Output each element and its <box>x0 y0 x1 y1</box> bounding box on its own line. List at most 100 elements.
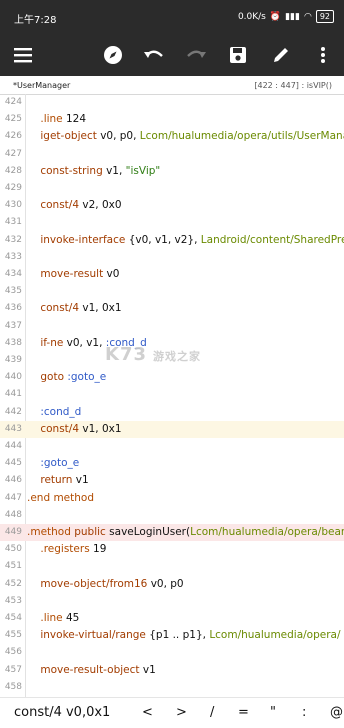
watermark-logo: K73 游戏之家 <box>105 344 201 365</box>
save-icon[interactable] <box>223 40 253 70</box>
code-line-456[interactable]: 456 <box>0 644 344 661</box>
code-line-437[interactable]: 437 <box>0 318 344 335</box>
snippet-key[interactable]: const/4 v0,0x1 <box>14 705 110 720</box>
line-number: 443 <box>4 423 22 434</box>
code-line-432[interactable]: 432 invoke-interface {v0, v1, v2}, Landr… <box>0 232 344 249</box>
symbol-key[interactable]: > <box>176 705 187 720</box>
code-text: invoke-interface {v0, v1, v2}, Landroid/… <box>40 233 344 246</box>
symbol-key[interactable]: : <box>302 705 306 720</box>
line-number: 437 <box>4 320 22 331</box>
code-text: move-object/from16 v0, p0 <box>40 577 184 590</box>
symbol-key[interactable]: " <box>270 705 276 720</box>
code-line-434[interactable]: 434 move-result v0 <box>0 266 344 283</box>
line-number: 434 <box>4 269 22 279</box>
code-line-427[interactable]: 427 <box>0 146 344 163</box>
symbol-key[interactable]: @ <box>330 705 343 720</box>
file-name-tab[interactable]: *UserManager <box>13 81 70 90</box>
code-text: .line 45 <box>40 612 80 624</box>
status-time: 上午7:28 <box>14 15 57 26</box>
code-line-449[interactable]: 449 .method public saveLoginUser(Lcom/hua… <box>0 524 344 542</box>
line-number: 426 <box>4 131 22 142</box>
line-number: 427 <box>4 148 22 159</box>
code-line-440[interactable]: 440 goto :goto_e <box>0 369 344 386</box>
code-line-448[interactable]: 448 <box>0 507 344 524</box>
symbol-input-bar: const/4 v0,0x1 < > / = ": @ <box>0 697 344 728</box>
code-line-424[interactable]: 424 <box>0 94 344 111</box>
code-line-455[interactable]: 455 invoke-virtual/range {p1 .. p1}, Lco… <box>0 627 344 644</box>
code-line-445[interactable]: 445 :goto_e <box>0 455 344 472</box>
code-text: .registers 19 <box>40 543 107 556</box>
line-number: 442 <box>4 406 22 417</box>
code-text: return v1 <box>40 474 89 487</box>
more-icon[interactable] <box>308 40 338 70</box>
redo-icon[interactable] <box>181 40 211 70</box>
code-line-451[interactable]: 451 <box>0 558 344 575</box>
line-number: 445 <box>4 458 22 469</box>
code-text: .method public saveLoginUser(Lcom/hualum… <box>27 526 344 538</box>
line-number: 433 <box>4 251 22 262</box>
toolbar <box>0 34 344 76</box>
menu-icon[interactable] <box>8 40 38 70</box>
line-number: 440 <box>4 372 22 383</box>
code-line-450[interactable]: 450 .registers 19 <box>0 541 344 558</box>
code-line-425[interactable]: 425 .line 124 <box>0 111 344 128</box>
code-line-446[interactable]: 446 return v1 <box>0 472 344 489</box>
compass-icon[interactable] <box>98 40 128 70</box>
signal-icon: ▮▮▮ <box>285 11 300 22</box>
code-line-457[interactable]: 457 move-result-object v1 <box>0 662 344 679</box>
code-line-452[interactable]: 452 move-object/from16 v0, p0 <box>0 576 344 593</box>
line-number: 456 <box>4 647 22 658</box>
symbol-key[interactable]: = <box>238 705 249 720</box>
code-line-454[interactable]: 454 .line 45 <box>0 610 344 627</box>
watermark-text: K73 <box>105 344 147 365</box>
status-bar: 上午7:28 0.0K/s ⏰ ▮▮▮ ◠ 92 <box>0 0 344 34</box>
code-text: .line 124 <box>40 113 87 126</box>
line-number: 452 <box>4 578 22 589</box>
code-line-458[interactable]: 458 <box>0 679 344 696</box>
code-editor[interactable]: 424 425 .line 124 426 iget-object v0, p0, … <box>0 94 344 697</box>
code-text: const-string v1, "isVip" <box>40 164 161 177</box>
code-line-443[interactable]: 443 const/4 v1, 0x1 <box>0 420 344 438</box>
line-number: 439 <box>4 355 22 365</box>
code-line-444[interactable]: 444 <box>0 438 344 455</box>
undo-icon[interactable] <box>139 40 169 70</box>
line-number: 453 <box>4 595 22 606</box>
line-number: 444 <box>4 441 22 451</box>
line-number: 435 <box>4 286 22 297</box>
line-number: 431 <box>4 217 22 228</box>
line-number: 428 <box>4 165 22 176</box>
code-text: :goto_e <box>40 457 80 470</box>
code-line-428[interactable]: 428 const-string v1, "isVip" <box>0 163 344 180</box>
code-line-431[interactable]: 431 <box>0 214 344 231</box>
code-line-435[interactable]: 435 <box>0 283 344 300</box>
wifi-icon: ◠ <box>303 11 312 22</box>
line-number: 458 <box>4 681 22 692</box>
edit-icon[interactable] <box>266 40 296 70</box>
file-tab-bar: *UserManager [422 : 447] : isVIP() <box>0 76 344 95</box>
code-text: goto :goto_e <box>40 371 107 384</box>
line-number: 455 <box>4 630 22 641</box>
line-number: 446 <box>4 475 22 486</box>
code-line-436[interactable]: 436 const/4 v1, 0x1 <box>0 300 344 317</box>
code-line-430[interactable]: 430 const/4 v2, 0x0 <box>0 197 344 214</box>
line-number: 449 <box>4 527 22 537</box>
line-number: 447 <box>4 492 22 503</box>
symbol-key[interactable]: / <box>210 705 214 720</box>
line-number: 429 <box>4 183 22 193</box>
code-line-453[interactable]: 453 <box>0 593 344 610</box>
code-line-426[interactable]: 426 iget-object v0, p0, Lcom/hualumedia/… <box>0 128 344 145</box>
alarm-icon: ⏰ <box>269 11 282 22</box>
code-line-447[interactable]: 447 .end method <box>0 490 344 507</box>
symbol-key[interactable]: < <box>142 705 153 720</box>
code-line-442[interactable]: 442 :cond_d <box>0 404 344 421</box>
code-text: const/4 v1, 0x1 <box>40 422 122 435</box>
code-text: move-result v0 <box>40 268 120 280</box>
code-text: const/4 v2, 0x0 <box>40 199 122 212</box>
code-text: .end method <box>27 491 95 504</box>
code-line-429[interactable]: 429 <box>0 180 344 197</box>
battery-icon: 92 <box>315 10 334 23</box>
line-number: 457 <box>4 664 22 675</box>
code-line-433[interactable]: 433 <box>0 249 344 266</box>
code-line-441[interactable]: 441 <box>0 386 344 403</box>
line-number: 424 <box>4 97 22 107</box>
